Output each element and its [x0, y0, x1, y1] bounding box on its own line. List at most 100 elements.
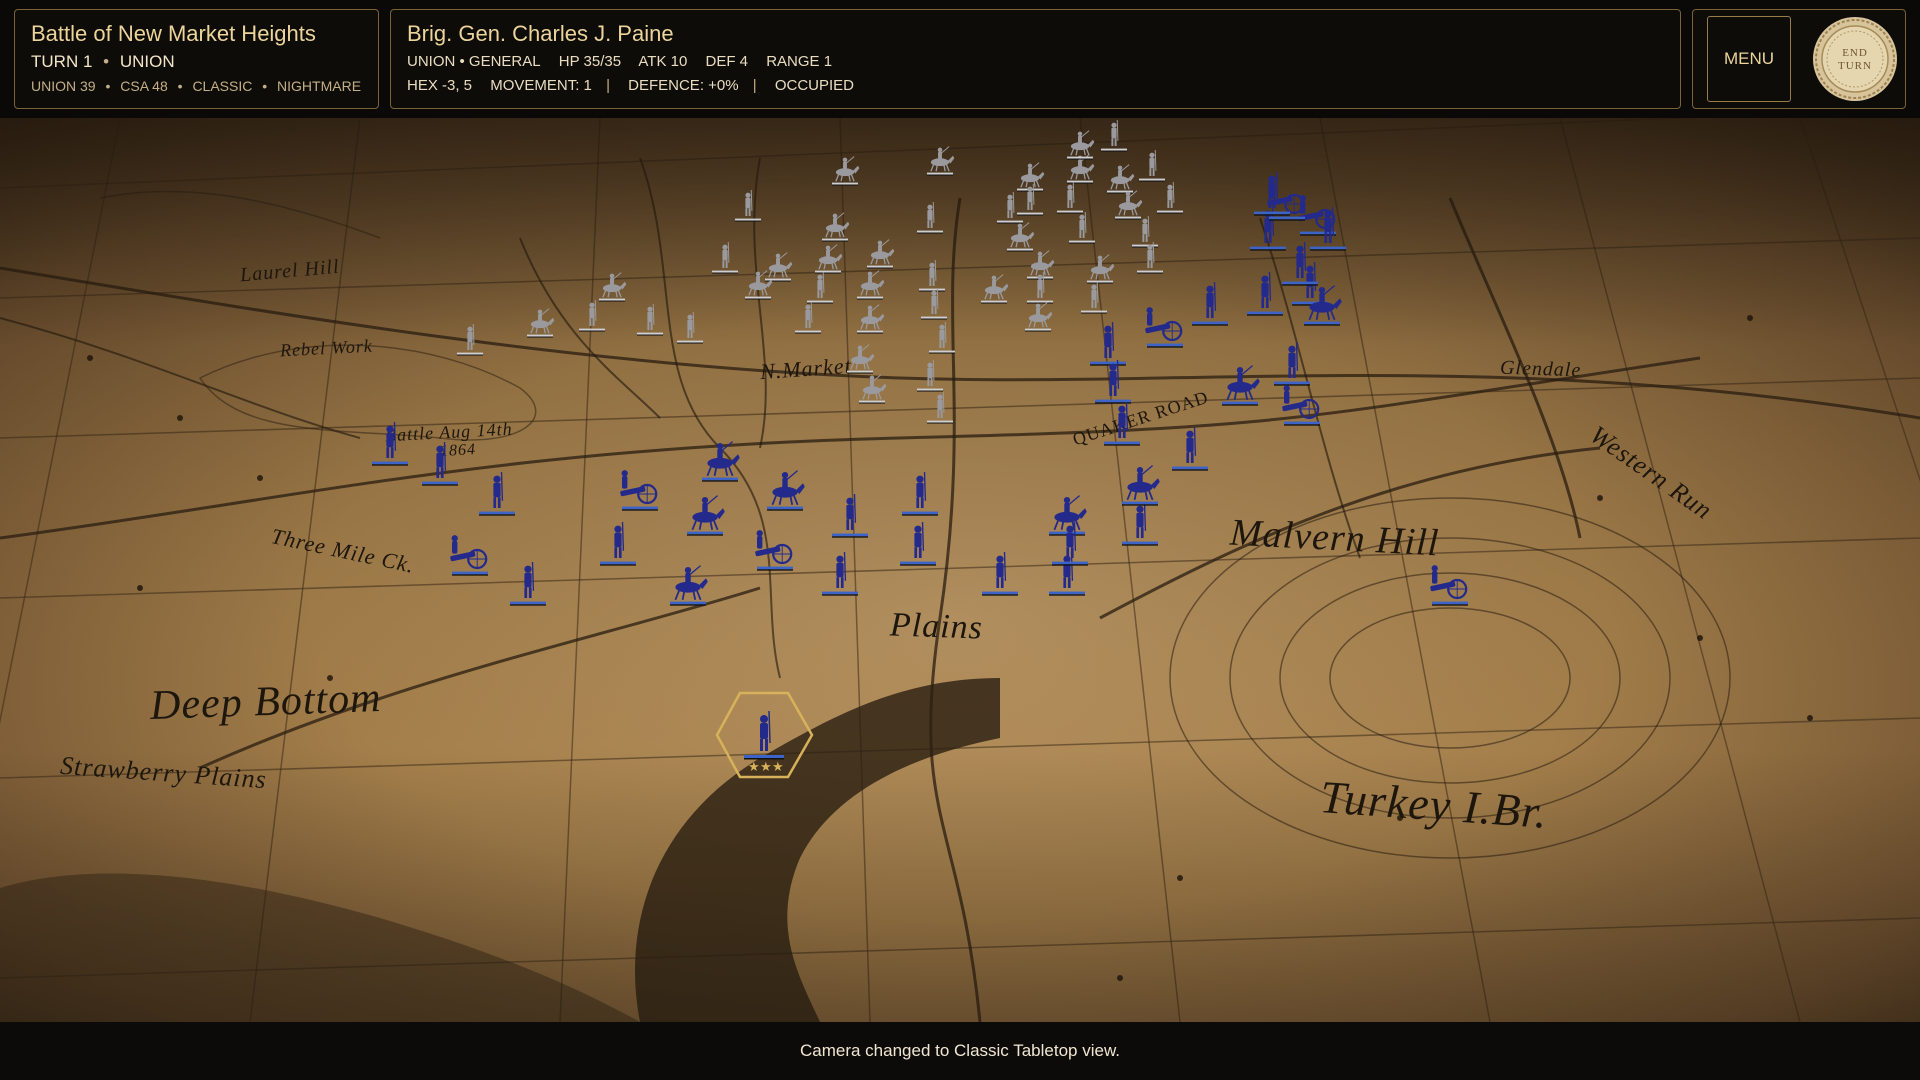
csa-inf-unit[interactable] [1157, 181, 1183, 214]
union-inf-unit[interactable] [900, 521, 936, 566]
menu-button[interactable]: MENU [1707, 16, 1791, 102]
csa-inf-unit[interactable] [1057, 181, 1083, 214]
status-message: Camera changed to Classic Tabletop view. [799, 1041, 1121, 1060]
csa-inf-unit[interactable] [997, 191, 1023, 224]
unit-range: RANGE 1 [766, 53, 833, 70]
csa-inf-unit[interactable] [1132, 215, 1158, 248]
union-cav-unit[interactable] [1222, 365, 1260, 406]
active-side: UNION [119, 52, 175, 71]
separator-dot: • [103, 52, 110, 71]
end-turn-button[interactable]: END TURN [1811, 15, 1899, 103]
units-layer[interactable]: ★ ★ ★ [0, 118, 1920, 1022]
csa-cav-unit[interactable] [527, 308, 555, 338]
csa-cav-unit[interactable] [745, 270, 773, 300]
controls-panel: MENU END TURN [1692, 9, 1906, 109]
csa-inf-unit[interactable] [1081, 281, 1107, 314]
union-art-unit[interactable] [755, 530, 793, 571]
csa-inf-unit[interactable] [677, 311, 703, 344]
union-art-unit[interactable] [1145, 307, 1183, 348]
csa-inf-unit[interactable] [1101, 119, 1127, 152]
csa-inf-unit[interactable] [457, 323, 483, 356]
union-inf-unit[interactable] [1172, 426, 1208, 471]
csa-cav-unit[interactable] [981, 274, 1009, 304]
csa-cav-unit[interactable] [1007, 222, 1035, 252]
csa-inf-unit[interactable] [637, 303, 663, 336]
union-inf-unit[interactable] [1095, 359, 1131, 404]
difficulty: NIGHTMARE [277, 78, 362, 94]
union-art-unit[interactable] [620, 470, 658, 511]
csa-inf-unit[interactable] [712, 241, 738, 274]
csa-cav-unit[interactable] [1025, 302, 1053, 332]
csa-inf-unit[interactable] [795, 301, 821, 334]
union-inf-unit[interactable] [1090, 321, 1126, 366]
union-inf-unit[interactable] [372, 421, 408, 466]
union-inf-unit[interactable] [1274, 341, 1310, 386]
csa-cav-unit[interactable] [815, 244, 843, 274]
union-inf-unit[interactable] [1049, 551, 1085, 596]
csa-inf-unit[interactable] [807, 271, 833, 304]
rank-star-icon: ★ [760, 760, 772, 775]
csa-cav-unit[interactable] [859, 374, 887, 404]
end-turn-seal-icon [1813, 17, 1897, 101]
hex-movement: MOVEMENT: 1 [490, 77, 592, 94]
csa-inf-unit[interactable] [921, 287, 947, 320]
battle-info-panel: Battle of New Market Heights TURN 1 • UN… [14, 9, 379, 109]
csa-cav-unit[interactable] [822, 212, 850, 242]
csa-cav-unit[interactable] [1067, 130, 1095, 160]
union-cav-unit[interactable] [767, 470, 805, 511]
unit-hp: HP 35/35 [558, 53, 622, 70]
rank-star-icon: ★ [772, 760, 784, 775]
turn-indicator: TURN 1 • UNION [31, 51, 362, 73]
csa-cav-unit[interactable] [765, 252, 793, 282]
csa-inf-unit[interactable] [917, 359, 943, 392]
end-turn-label-2: TURN [1838, 60, 1872, 72]
union-count: UNION 39 [31, 78, 96, 94]
end-turn-label-1: END [1842, 47, 1868, 59]
csa-inf-unit[interactable] [1139, 149, 1165, 182]
union-inf-unit[interactable] [1192, 281, 1228, 326]
union-inf-unit[interactable] [479, 471, 515, 516]
union-cav-unit[interactable] [1122, 465, 1160, 506]
hex-info: HEX -3, 5 MOVEMENT: 1 | DEFENCE: +0% | O… [407, 77, 855, 94]
hex-occupancy: OCCUPIED [774, 77, 855, 94]
union-art-unit[interactable] [1282, 385, 1320, 426]
csa-cav-unit[interactable] [599, 272, 627, 302]
union-art-unit[interactable] [450, 535, 488, 576]
union-inf-unit[interactable] [600, 521, 636, 566]
csa-cav-unit[interactable] [927, 146, 955, 176]
csa-inf-unit[interactable] [917, 201, 943, 234]
csa-cav-unit[interactable] [857, 304, 885, 334]
battle-map[interactable]: Deep Bottom Plains Strawberry Plains Mal… [0, 118, 1920, 1022]
selected-general-unit[interactable] [744, 710, 784, 760]
csa-cav-unit[interactable] [1107, 164, 1135, 194]
csa-inf-unit[interactable] [1069, 211, 1095, 244]
rank-star-icon: ★ [748, 760, 760, 775]
csa-cav-unit[interactable] [1087, 254, 1115, 284]
csa-cav-unit[interactable] [832, 156, 860, 186]
union-cav-unit[interactable] [687, 495, 725, 536]
union-inf-unit[interactable] [1104, 401, 1140, 446]
union-cav-unit[interactable] [702, 441, 740, 482]
union-inf-unit[interactable] [832, 493, 868, 538]
battle-title: Battle of New Market Heights [31, 21, 316, 46]
csa-cav-unit[interactable] [867, 239, 895, 269]
union-inf-unit[interactable] [510, 561, 546, 606]
csa-cav-unit[interactable] [847, 344, 875, 374]
union-inf-unit[interactable] [422, 441, 458, 486]
union-inf-unit[interactable] [822, 551, 858, 596]
union-inf-unit[interactable] [982, 551, 1018, 596]
csa-inf-unit[interactable] [929, 321, 955, 354]
unit-atk: ATK 10 [638, 53, 688, 70]
csa-cav-unit[interactable] [857, 270, 885, 300]
csa-cav-unit[interactable] [1115, 190, 1143, 220]
union-inf-unit[interactable] [1122, 501, 1158, 546]
union-cav-unit[interactable] [670, 565, 708, 606]
union-inf-unit[interactable] [902, 471, 938, 516]
union-inf-unit[interactable] [1247, 271, 1283, 316]
csa-inf-unit[interactable] [927, 391, 953, 424]
csa-inf-unit[interactable] [735, 189, 761, 222]
battle-stats: UNION 39 • CSA 48 • CLASSIC • NIGHTMARE [31, 78, 362, 94]
csa-inf-unit[interactable] [579, 299, 605, 332]
csa-inf-unit[interactable] [919, 259, 945, 292]
union-art-unit[interactable] [1430, 565, 1468, 606]
